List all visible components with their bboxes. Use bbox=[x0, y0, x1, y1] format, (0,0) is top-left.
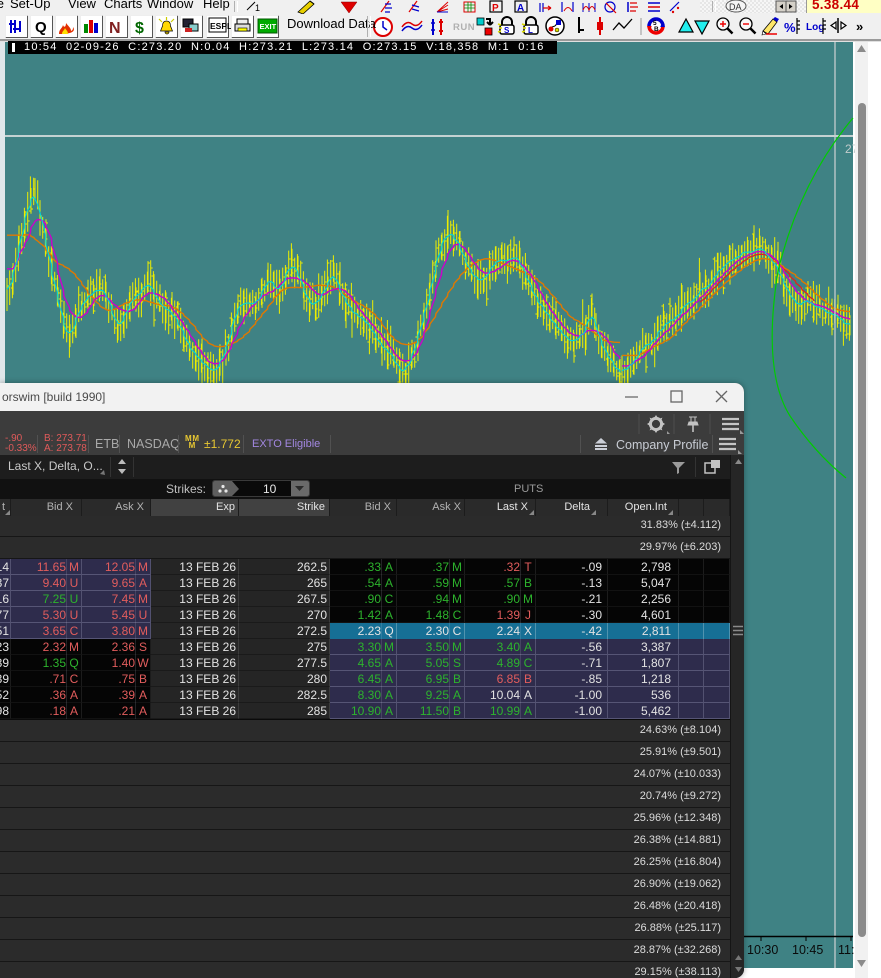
svg-text:L: L bbox=[528, 26, 533, 35]
svg-text:$: $ bbox=[135, 20, 144, 37]
svg-text:ESPL: ESPL bbox=[210, 21, 232, 31]
svg-text:11:: 11: bbox=[838, 943, 854, 957]
svg-text:P: P bbox=[492, 3, 499, 14]
svg-text:B: B bbox=[654, 26, 659, 33]
svg-text:1: 1 bbox=[255, 3, 260, 13]
svg-text:10:45: 10:45 bbox=[792, 943, 823, 957]
svg-text:10:30: 10:30 bbox=[747, 943, 778, 957]
svg-text:DA: DA bbox=[729, 2, 742, 12]
svg-text:A: A bbox=[517, 3, 524, 14]
svg-text:RUN: RUN bbox=[453, 22, 475, 33]
svg-text:»: » bbox=[856, 19, 863, 34]
svg-text:Q: Q bbox=[35, 19, 47, 36]
svg-text:Log: Log bbox=[806, 22, 824, 33]
svg-text:S: S bbox=[504, 26, 510, 35]
svg-text:N: N bbox=[109, 20, 121, 37]
svg-text:EXIT: EXIT bbox=[260, 22, 277, 31]
svg-text:%: % bbox=[784, 20, 796, 35]
